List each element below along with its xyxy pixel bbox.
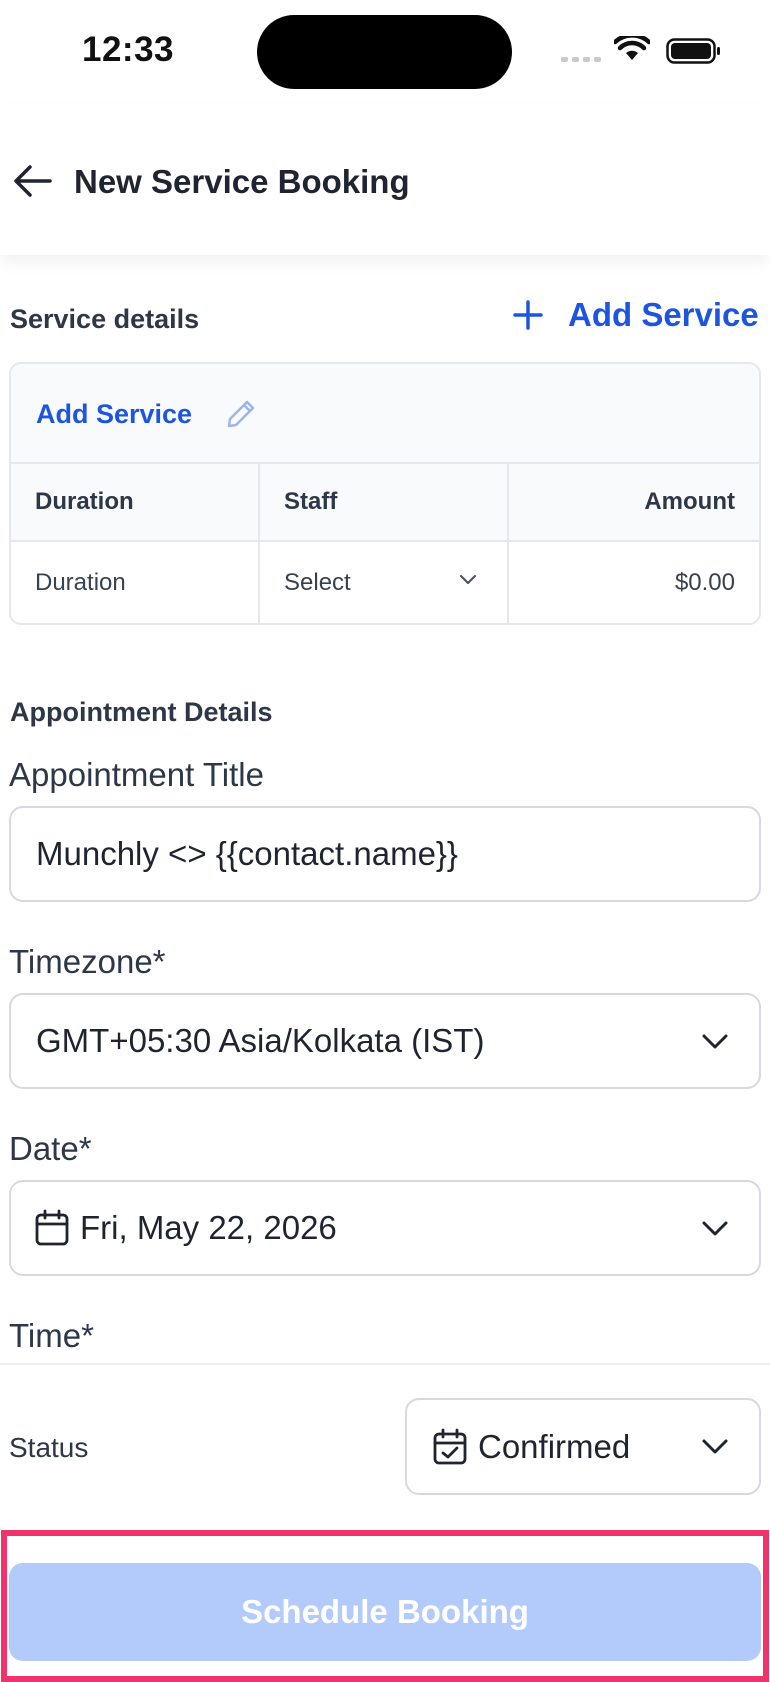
status-label: Status <box>9 1432 89 1463</box>
wifi-icon <box>614 36 650 60</box>
app-header: New Service Booking <box>0 105 770 255</box>
chevron-down-icon <box>702 1439 728 1454</box>
column-header-staff: Staff <box>260 464 509 540</box>
staff-select-value: Select <box>284 568 351 596</box>
service-card-header: Add Service <box>11 364 759 464</box>
add-service-button[interactable]: Add Service <box>512 296 759 334</box>
chevron-down-icon <box>702 1221 728 1236</box>
calendar-check-icon <box>433 1428 467 1464</box>
service-details-title: Service details <box>10 304 200 334</box>
timezone-select[interactable]: GMT+05:30 Asia/Kolkata (IST) <box>9 993 761 1089</box>
status-bar: 12:33 <box>0 0 770 105</box>
date-label: Date* <box>9 1130 92 1167</box>
duration-cell[interactable]: Duration <box>11 542 260 623</box>
status-select[interactable]: Confirmed <box>405 1398 761 1495</box>
service-name[interactable]: Add Service <box>36 399 192 430</box>
schedule-booking-button[interactable]: Schedule Booking <box>9 1563 761 1661</box>
pencil-icon[interactable] <box>225 398 257 430</box>
chevron-down-icon <box>702 1034 728 1049</box>
status-time: 12:33 <box>82 30 175 69</box>
date-picker[interactable]: Fri, May 22, 2026 <box>9 1180 761 1276</box>
chevron-down-icon <box>459 574 477 585</box>
time-label: Time* <box>9 1317 94 1354</box>
service-table-row: Duration Select $0.00 <box>11 542 759 623</box>
page-title: New Service Booking <box>74 163 410 200</box>
battery-icon <box>666 38 720 64</box>
date-value: Fri, May 22, 2026 <box>80 1209 337 1246</box>
timezone-value: GMT+05:30 Asia/Kolkata (IST) <box>36 1022 485 1059</box>
back-arrow-icon[interactable] <box>12 163 54 199</box>
staff-select[interactable]: Select <box>260 542 509 623</box>
add-service-label: Add Service <box>568 296 759 333</box>
appointment-title-input[interactable]: Munchly <> {{contact.name}} <box>9 806 761 902</box>
appointment-details-title: Appointment Details <box>10 697 273 727</box>
status-value: Confirmed <box>478 1427 631 1465</box>
amount-cell: $0.00 <box>674 568 735 596</box>
plus-icon <box>513 300 543 330</box>
timezone-label: Timezone* <box>9 943 166 980</box>
appointment-title-label: Appointment Title <box>9 756 264 793</box>
service-table-header: Duration Staff Amount <box>11 464 759 542</box>
dynamic-island <box>257 15 512 89</box>
column-header-duration: Duration <box>11 464 260 540</box>
divider <box>0 1363 770 1365</box>
cellular-signal-icon <box>561 57 601 62</box>
calendar-icon <box>35 1209 69 1246</box>
service-card: Add Service Duration Staff Amount Durati… <box>9 362 761 625</box>
column-header-amount: Amount <box>644 488 735 515</box>
appointment-title-value: Munchly <> {{contact.name}} <box>36 835 458 872</box>
